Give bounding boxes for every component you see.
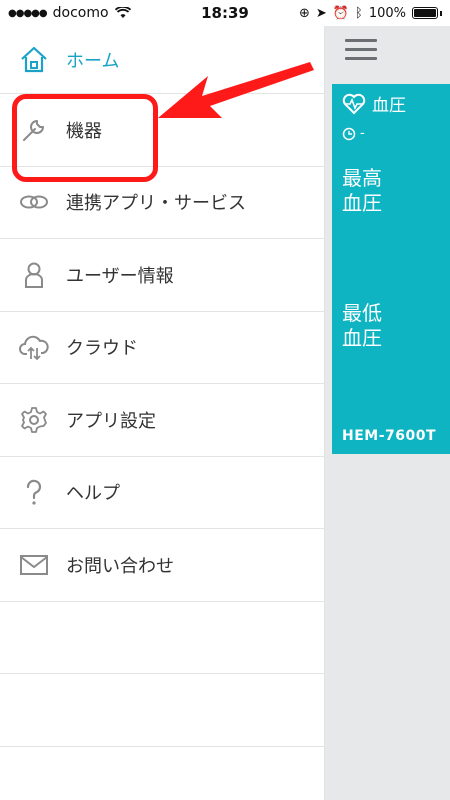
wifi-icon — [114, 7, 131, 18]
status-time: 18:39 — [201, 4, 249, 22]
device-model: HEM-7600T — [342, 428, 437, 444]
signal-icon: ●●●●● — [8, 7, 48, 19]
menu-label-cloud: クラウド — [66, 338, 138, 360]
menu-item-cloud[interactable]: クラウド — [0, 312, 324, 384]
empty-row — [0, 602, 324, 674]
menu-item-user-info[interactable]: ユーザー情報 — [0, 239, 324, 312]
link-icon — [18, 186, 50, 218]
menu-item-help[interactable]: ヘルプ — [0, 457, 324, 529]
cloud-sync-icon — [18, 331, 50, 363]
menu-label-user-info: ユーザー情報 — [66, 265, 174, 287]
user-icon — [18, 259, 50, 291]
empty-row — [0, 674, 324, 747]
mail-icon — [18, 549, 50, 581]
annotation-arrow-icon — [158, 62, 314, 118]
gear-icon — [18, 404, 50, 436]
blood-pressure-card[interactable]: 血圧 - 最高 血圧 最低 血圧 HEM-7600T — [332, 84, 450, 454]
status-icons: ⊕ ➤ ⏰ ᛒ 100% — [262, 6, 442, 21]
rotation-lock-icon: ⊕ — [299, 5, 310, 21]
main-screen-peek: 血圧 - 最高 血圧 最低 血圧 HEM-7600T — [325, 26, 450, 800]
highlight-box — [12, 94, 158, 182]
question-icon — [18, 476, 50, 508]
hamburger-menu-icon[interactable] — [345, 39, 377, 61]
menu-item-app-settings[interactable]: アプリ設定 — [0, 384, 324, 457]
carrier-area: ●●●●● docomo — [8, 5, 188, 21]
carrier-name: docomo — [52, 5, 109, 21]
alarm-icon: ⏰ — [332, 5, 350, 21]
card-time: - — [360, 126, 365, 141]
clock-icon — [342, 127, 356, 140]
home-icon — [18, 44, 50, 76]
menu-label-linked-apps: 連携アプリ・サービス — [66, 193, 246, 215]
bluetooth-icon: ᛒ — [355, 5, 363, 21]
systolic-label: 最高 血圧 — [342, 166, 382, 215]
card-header: 血圧 — [342, 91, 450, 116]
card-time-row: - — [342, 126, 450, 141]
menu-label-contact: お問い合わせ — [66, 555, 174, 577]
menu-label-help: ヘルプ — [66, 483, 120, 505]
card-title: 血圧 — [372, 96, 406, 116]
menu-label-home: ホーム — [66, 50, 120, 72]
battery-percent: 100% — [368, 5, 406, 21]
diastolic-label: 最低 血圧 — [342, 301, 382, 350]
menu-label-app-settings: アプリ設定 — [66, 410, 156, 432]
heart-pulse-icon — [342, 93, 366, 114]
status-bar: ●●●●● docomo 18:39 ⊕ ➤ ⏰ ᛒ 100% — [0, 0, 450, 26]
location-icon: ➤ — [315, 5, 327, 21]
battery-icon — [412, 7, 438, 19]
menu-item-contact[interactable]: お問い合わせ — [0, 529, 324, 602]
